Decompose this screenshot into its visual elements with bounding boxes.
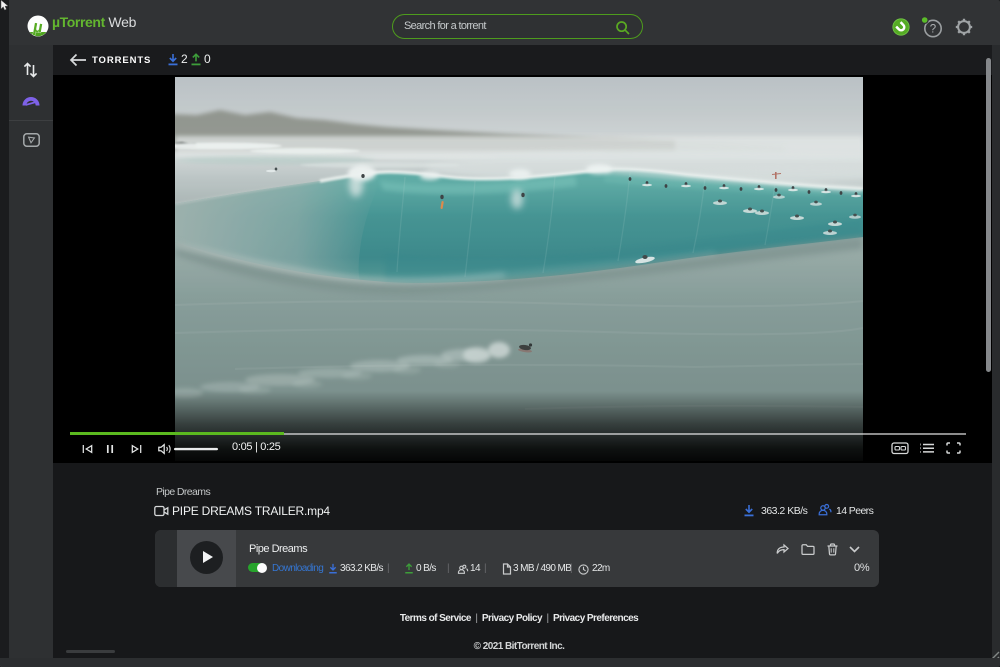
svg-text:?: ? (930, 24, 936, 36)
